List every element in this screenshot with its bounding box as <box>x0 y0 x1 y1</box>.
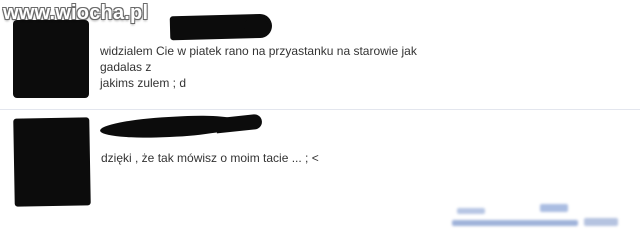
comment-text: dzięki , że tak mówisz o moim tacie ... … <box>101 151 319 165</box>
comment-text-line-1: widzialem Cie w piatek rano na przyastan… <box>100 44 417 74</box>
avatar-redacted <box>13 117 91 207</box>
avatar-redacted <box>13 20 89 98</box>
comment-text-line-2: jakims zulem ; d <box>100 76 187 90</box>
site-watermark: www.wiocha.pl <box>3 2 149 24</box>
author-name-redacted-part <box>244 19 268 33</box>
comment-text: widzialem Cie w piatek rano na przyastan… <box>100 43 440 91</box>
comment-divider <box>0 109 640 110</box>
blurred-timestamp <box>440 196 624 232</box>
